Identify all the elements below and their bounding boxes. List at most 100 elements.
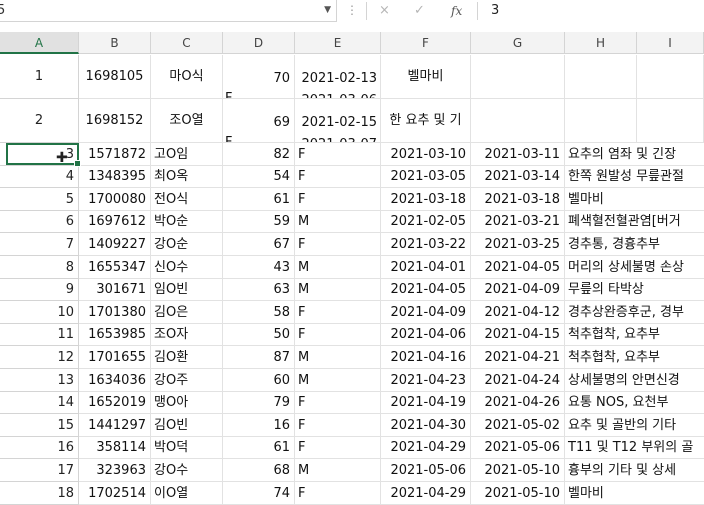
admission-date-cell[interactable]: 2021-03-18 bbox=[381, 188, 471, 211]
patient-id-cell[interactable]: 1441297 bbox=[79, 414, 151, 437]
cancel-icon[interactable]: × bbox=[379, 2, 390, 20]
column-header-b[interactable]: B bbox=[79, 32, 151, 54]
patient-id-cell[interactable]: 1700080 bbox=[79, 188, 151, 211]
patient-name-cell[interactable]: 이O열 bbox=[151, 482, 223, 505]
sex-cell[interactable]: F bbox=[295, 324, 381, 346]
patient-id-cell[interactable]: 1655347 bbox=[79, 256, 151, 279]
admission-date-cell[interactable]: 2021-04-05 bbox=[381, 279, 471, 301]
discharge-date-cell[interactable]: 2021-04-26 bbox=[471, 392, 565, 414]
age-cell[interactable]: 60 bbox=[223, 369, 295, 392]
sex-cell[interactable]: F bbox=[295, 188, 381, 211]
patient-id-cell[interactable]: 1701655 bbox=[79, 346, 151, 369]
row-number[interactable]: 14 bbox=[0, 392, 79, 414]
empty-cell[interactable] bbox=[471, 55, 565, 99]
patient-id-cell[interactable]: 358114 bbox=[79, 437, 151, 459]
admission-date-cell[interactable]: 2021-02-05 bbox=[381, 211, 471, 233]
patient-name-cell[interactable]: 김O환 bbox=[151, 346, 223, 369]
patient-id-cell[interactable]: 1702514 bbox=[79, 482, 151, 505]
column-header-e[interactable]: E bbox=[295, 32, 381, 54]
sex-cell[interactable]: M bbox=[295, 346, 381, 369]
diagnosis-cell[interactable]: 폐색혈전혈관염[버거 bbox=[565, 211, 704, 233]
diagnosis-cell[interactable]: 무릎의 타박상 bbox=[565, 279, 704, 301]
diagnosis-cell[interactable]: 벨마비 bbox=[565, 482, 704, 505]
patient-id-cell[interactable]: 1701380 bbox=[79, 301, 151, 324]
age-cell[interactable]: 67 bbox=[223, 233, 295, 256]
diagnosis-cell[interactable]: 머리의 상세불명 손상 bbox=[565, 256, 704, 279]
admission-date-cell[interactable]: 2021-04-06 bbox=[381, 324, 471, 346]
age-cell[interactable]: 68 bbox=[223, 459, 295, 482]
empty-cell[interactable] bbox=[637, 99, 704, 143]
admission-date-cell[interactable]: 2021-04-30 bbox=[381, 414, 471, 437]
age-cell[interactable]: 16 bbox=[223, 414, 295, 437]
fill-handle[interactable] bbox=[74, 160, 81, 167]
empty-cell[interactable] bbox=[637, 55, 704, 99]
age-cell[interactable]: 87 bbox=[223, 346, 295, 369]
row-number[interactable]: 1 bbox=[0, 55, 79, 99]
admission-date-cell[interactable]: 2021-04-29 bbox=[381, 482, 471, 505]
discharge-date-cell[interactable]: 2021-05-10 bbox=[471, 459, 565, 482]
diagnosis-cell[interactable]: 요추의 염좌 및 긴장 bbox=[565, 143, 704, 166]
column-header-a[interactable]: A bbox=[0, 32, 79, 54]
discharge-date-cell[interactable]: 2021-05-10 bbox=[471, 482, 565, 505]
discharge-date-cell[interactable]: 2021-05-06 bbox=[471, 437, 565, 459]
patient-id-cell[interactable]: 1697612 bbox=[79, 211, 151, 233]
diagnosis-cell[interactable]: 요통 NOS, 요천부 bbox=[565, 392, 704, 414]
sex-cell[interactable]: M bbox=[295, 369, 381, 392]
age-cell[interactable]: 59 bbox=[223, 211, 295, 233]
age-cell[interactable]: 82 bbox=[223, 143, 295, 166]
patient-id-cell[interactable]: 1409227 bbox=[79, 233, 151, 256]
patient-name-cell[interactable]: 전O식 bbox=[151, 188, 223, 211]
age-sex-cell[interactable]: 69 F bbox=[223, 99, 295, 143]
age-cell[interactable]: 61 bbox=[223, 437, 295, 459]
formula-input[interactable]: 3 bbox=[491, 0, 499, 21]
sex-cell[interactable]: F bbox=[295, 392, 381, 414]
sex-cell[interactable]: M bbox=[295, 211, 381, 233]
diagnosis-cell[interactable]: 척추협착, 요추부 bbox=[565, 346, 704, 369]
discharge-date-cell[interactable]: 2021-03-21 bbox=[471, 211, 565, 233]
row-number[interactable]: 12 bbox=[0, 346, 79, 369]
age-cell[interactable]: 50 bbox=[223, 324, 295, 346]
patient-name-cell[interactable]: 조O열 bbox=[151, 99, 223, 143]
patient-id-cell[interactable]: 1698152 bbox=[79, 99, 151, 143]
patient-id-cell[interactable]: 323963 bbox=[79, 459, 151, 482]
chevron-down-icon[interactable]: ▼ bbox=[324, 0, 331, 21]
diagnosis-cell[interactable]: T11 및 T12 부위의 골 bbox=[565, 437, 704, 459]
column-header-c[interactable]: C bbox=[151, 32, 223, 54]
patient-name-cell[interactable]: 강O순 bbox=[151, 233, 223, 256]
insert-function-icon[interactable]: fx bbox=[451, 2, 462, 20]
age-cell[interactable]: 58 bbox=[223, 301, 295, 324]
patient-name-cell[interactable]: 맹O아 bbox=[151, 392, 223, 414]
diagnosis-cell[interactable]: 요추 및 골반의 기타 bbox=[565, 414, 704, 437]
row-number[interactable]: 17 bbox=[0, 459, 79, 482]
empty-cell[interactable] bbox=[565, 99, 637, 143]
age-cell[interactable]: 79 bbox=[223, 392, 295, 414]
discharge-date-cell[interactable]: 2021-04-21 bbox=[471, 346, 565, 369]
discharge-date-cell[interactable]: 2021-03-18 bbox=[471, 188, 565, 211]
patient-name-cell[interactable]: 임O빈 bbox=[151, 279, 223, 301]
patient-name-cell[interactable]: 강O수 bbox=[151, 459, 223, 482]
discharge-date-cell[interactable]: 2021-04-09 bbox=[471, 279, 565, 301]
discharge-date-cell[interactable]: 2021-04-12 bbox=[471, 301, 565, 324]
admission-date-cell[interactable]: 2021-04-16 bbox=[381, 346, 471, 369]
admission-date-cell[interactable]: 2021-05-06 bbox=[381, 459, 471, 482]
discharge-date-cell[interactable]: 2021-04-15 bbox=[471, 324, 565, 346]
row-number[interactable]: 8 bbox=[0, 256, 79, 279]
admission-date-cell[interactable]: 2021-04-09 bbox=[381, 301, 471, 324]
sex-cell[interactable]: F bbox=[295, 437, 381, 459]
patient-id-cell[interactable]: 1653985 bbox=[79, 324, 151, 346]
sex-cell[interactable]: F bbox=[295, 143, 381, 166]
sex-cell[interactable]: M bbox=[295, 256, 381, 279]
diagnosis-cell[interactable]: 한쪽 원발성 무릎관절 bbox=[565, 166, 704, 188]
discharge-date-cell[interactable]: 2021-03-14 bbox=[471, 166, 565, 188]
sex-cell[interactable]: F bbox=[295, 482, 381, 505]
row-number[interactable]: 5 bbox=[0, 188, 79, 211]
date-pair-cell[interactable]: 2021-02-132021-03-06 bbox=[295, 55, 381, 99]
diagnosis-cell[interactable]: 벨마비 bbox=[565, 188, 704, 211]
empty-cell[interactable] bbox=[565, 55, 637, 99]
row-number[interactable]: 15 bbox=[0, 414, 79, 437]
more-options-icon[interactable]: ⋮ bbox=[346, 2, 358, 18]
patient-id-cell[interactable]: 1634036 bbox=[79, 369, 151, 392]
age-cell[interactable]: 54 bbox=[223, 166, 295, 188]
row-number[interactable]: 9 bbox=[0, 279, 79, 301]
row-number[interactable]: 2 bbox=[0, 99, 79, 143]
